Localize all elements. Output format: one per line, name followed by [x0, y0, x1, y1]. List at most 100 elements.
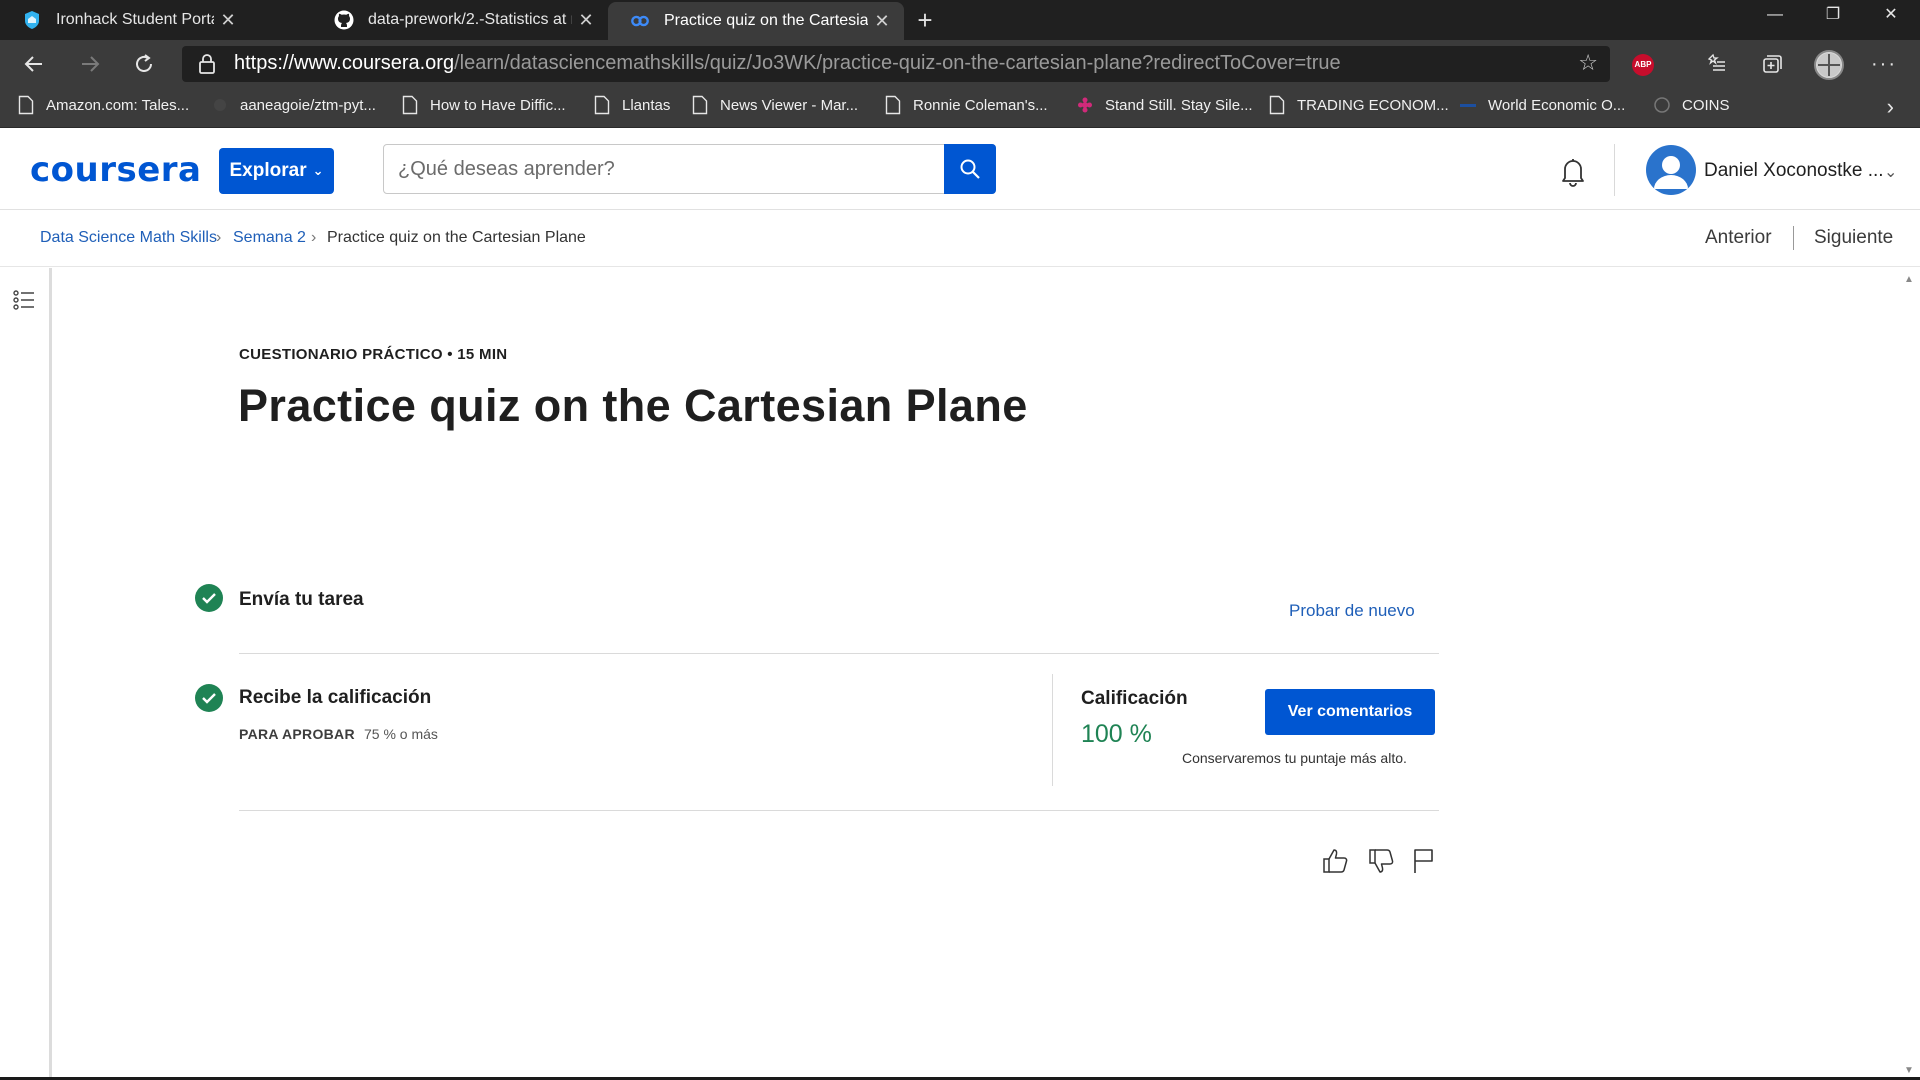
- browser-tab-bar: Ironhack Student Portal ✕ data-prework/2…: [0, 0, 1920, 40]
- flag-icon[interactable]: [1408, 846, 1438, 876]
- search-button[interactable]: [944, 144, 996, 194]
- outline-list-icon[interactable]: [12, 288, 36, 312]
- tab-ironhack[interactable]: Ironhack Student Portal ✕: [0, 0, 250, 40]
- bookmark-label: COINS: [1682, 96, 1730, 114]
- github-icon: [334, 10, 354, 30]
- adblock-extension-icon[interactable]: ABP: [1632, 54, 1654, 76]
- refresh-icon: [136, 54, 152, 72]
- bookmarks-bar: Amazon.com: Tales... aaneagoie/ztm-pyt..…: [0, 88, 1920, 128]
- url-path: /learn/datasciencemathskills/quiz/Jo3WK/…: [454, 52, 1341, 74]
- page-icon: [885, 95, 901, 115]
- favorite-star-icon[interactable]: ☆: [1578, 50, 1598, 76]
- bookmark-item[interactable]: COINS: [1654, 88, 1730, 122]
- forward-button[interactable]: [74, 48, 106, 80]
- grade-label: Calificación: [1081, 688, 1188, 709]
- previous-link[interactable]: Anterior: [1705, 227, 1772, 249]
- check-circle-icon: [195, 684, 223, 712]
- world-economic-icon: [1460, 104, 1476, 107]
- bookmark-label: Ronnie Coleman's...: [913, 96, 1048, 114]
- breadcrumb-week[interactable]: Semana 2: [233, 229, 306, 247]
- thumbs-down-icon[interactable]: [1366, 846, 1396, 876]
- scroll-down-arrow-icon[interactable]: ▼: [1904, 1065, 1914, 1076]
- breadcrumb-current: Practice quiz on the Cartesian Plane: [327, 229, 586, 246]
- view-feedback-button[interactable]: Ver comentarios: [1265, 689, 1435, 735]
- tab-github[interactable]: data-prework/2.-Statistics at mas ✕: [312, 0, 608, 40]
- bookmark-label: Amazon.com: Tales...: [46, 96, 190, 114]
- new-tab-button[interactable]: +: [910, 5, 940, 35]
- page-scrollbar[interactable]: ▲ ▼: [1900, 268, 1920, 1080]
- scroll-up-arrow-icon[interactable]: ▲: [1904, 274, 1914, 285]
- breadcrumb-separator: ›: [311, 229, 317, 246]
- notifications-bell-icon[interactable]: [1556, 154, 1590, 188]
- page-icon: [1269, 95, 1285, 115]
- header-divider: [1614, 144, 1615, 196]
- ironhack-shield-icon: [22, 10, 42, 30]
- bookmark-label: World Economic O...: [1488, 96, 1626, 114]
- bookmark-label: News Viewer - Mar...: [720, 96, 859, 114]
- coin-icon: [1654, 97, 1670, 113]
- bookmark-label: Stand Still. Stay Sile...: [1105, 96, 1253, 114]
- url-host: www.coursera.org: [294, 52, 455, 74]
- back-button[interactable]: [18, 48, 50, 80]
- tab-title: data-prework/2.-Statistics at mas: [368, 11, 572, 28]
- back-arrow-icon: [24, 56, 42, 72]
- coursera-logo[interactable]: coursera: [30, 150, 202, 190]
- bookmark-item[interactable]: TRADING ECONOM...: [1269, 88, 1449, 122]
- forward-arrow-icon: [82, 56, 100, 72]
- bookmark-item[interactable]: Ronnie Coleman's...: [885, 88, 1048, 122]
- bookmark-item[interactable]: Llantas: [594, 88, 670, 122]
- explore-label: Explorar: [229, 160, 307, 181]
- try-again-link[interactable]: Probar de nuevo: [1289, 601, 1415, 621]
- pass-threshold-label: PARA APROBAR: [239, 726, 355, 742]
- section-divider: [239, 653, 1439, 654]
- address-bar[interactable]: https://www.coursera.org/learn/datascien…: [182, 46, 1610, 82]
- explore-button[interactable]: Explorar ⌄: [219, 148, 334, 194]
- close-icon[interactable]: ✕: [572, 10, 600, 31]
- site-header: coursera Explorar ⌄ Daniel Xoconostke ..…: [0, 128, 1920, 210]
- thumbs-up-icon[interactable]: [1320, 846, 1350, 876]
- more-menu-icon[interactable]: ···: [1870, 52, 1898, 76]
- github-icon: [214, 99, 226, 111]
- coursera-icon: [630, 11, 650, 31]
- course-outline-rail: [0, 268, 52, 1080]
- flower-icon: [1078, 97, 1092, 113]
- bookmark-item[interactable]: aaneagoie/ztm-pyt...: [212, 88, 376, 122]
- tab-coursera-active[interactable]: Practice quiz on the Cartesian Pla ✕: [608, 2, 904, 40]
- page-title: Practice quiz on the Cartesian Plane: [238, 380, 1028, 431]
- maximize-button[interactable]: ❐: [1804, 0, 1862, 32]
- browser-toolbar: https://www.coursera.org/learn/datascien…: [0, 40, 1920, 88]
- refresh-button[interactable]: [128, 48, 160, 80]
- pass-threshold-value: 75 % o más: [364, 726, 438, 742]
- close-window-button[interactable]: ✕: [1862, 0, 1920, 32]
- chevron-down-icon[interactable]: ⌄: [1884, 162, 1897, 182]
- search-icon: [960, 159, 980, 179]
- grade-divider: [1052, 674, 1053, 786]
- breadcrumb-separator: ›: [216, 229, 222, 246]
- favorites-list-icon[interactable]: [1702, 52, 1730, 76]
- close-icon[interactable]: ✕: [214, 10, 242, 31]
- step-submit-title: Envía tu tarea: [239, 589, 364, 610]
- bookmark-item[interactable]: How to Have Diffic...: [402, 88, 566, 122]
- user-avatar[interactable]: [1646, 145, 1696, 195]
- next-link[interactable]: Siguiente: [1814, 227, 1893, 249]
- bookmark-item[interactable]: Amazon.com: Tales...: [18, 88, 189, 122]
- collections-icon[interactable]: [1758, 52, 1786, 76]
- url-text: https://www.coursera.org/learn/datascien…: [234, 52, 1341, 75]
- bookmark-label: How to Have Diffic...: [430, 96, 566, 114]
- breadcrumb: Data Science Math Skills › Semana 2 › Pr…: [0, 211, 1920, 267]
- bookmark-item[interactable]: World Economic O...: [1460, 88, 1625, 122]
- screen: Ironhack Student Portal ✕ data-prework/2…: [0, 0, 1920, 1080]
- page-icon: [402, 95, 418, 115]
- bookmark-item[interactable]: News Viewer - Mar...: [692, 88, 858, 122]
- user-name[interactable]: Daniel Xoconostke ...: [1704, 160, 1884, 182]
- bookmark-item[interactable]: Stand Still. Stay Sile...: [1077, 88, 1253, 122]
- close-icon[interactable]: ✕: [868, 11, 896, 32]
- chevron-right-icon[interactable]: ›: [1887, 94, 1894, 120]
- browser-profile-avatar[interactable]: [1814, 50, 1844, 80]
- grade-value: 100 %: [1081, 720, 1152, 748]
- search-input[interactable]: [384, 145, 944, 193]
- minimize-button[interactable]: —: [1746, 0, 1804, 32]
- breadcrumb-course[interactable]: Data Science Math Skills: [40, 229, 217, 247]
- tab-title: Ironhack Student Portal: [56, 11, 214, 28]
- section-divider: [239, 810, 1439, 811]
